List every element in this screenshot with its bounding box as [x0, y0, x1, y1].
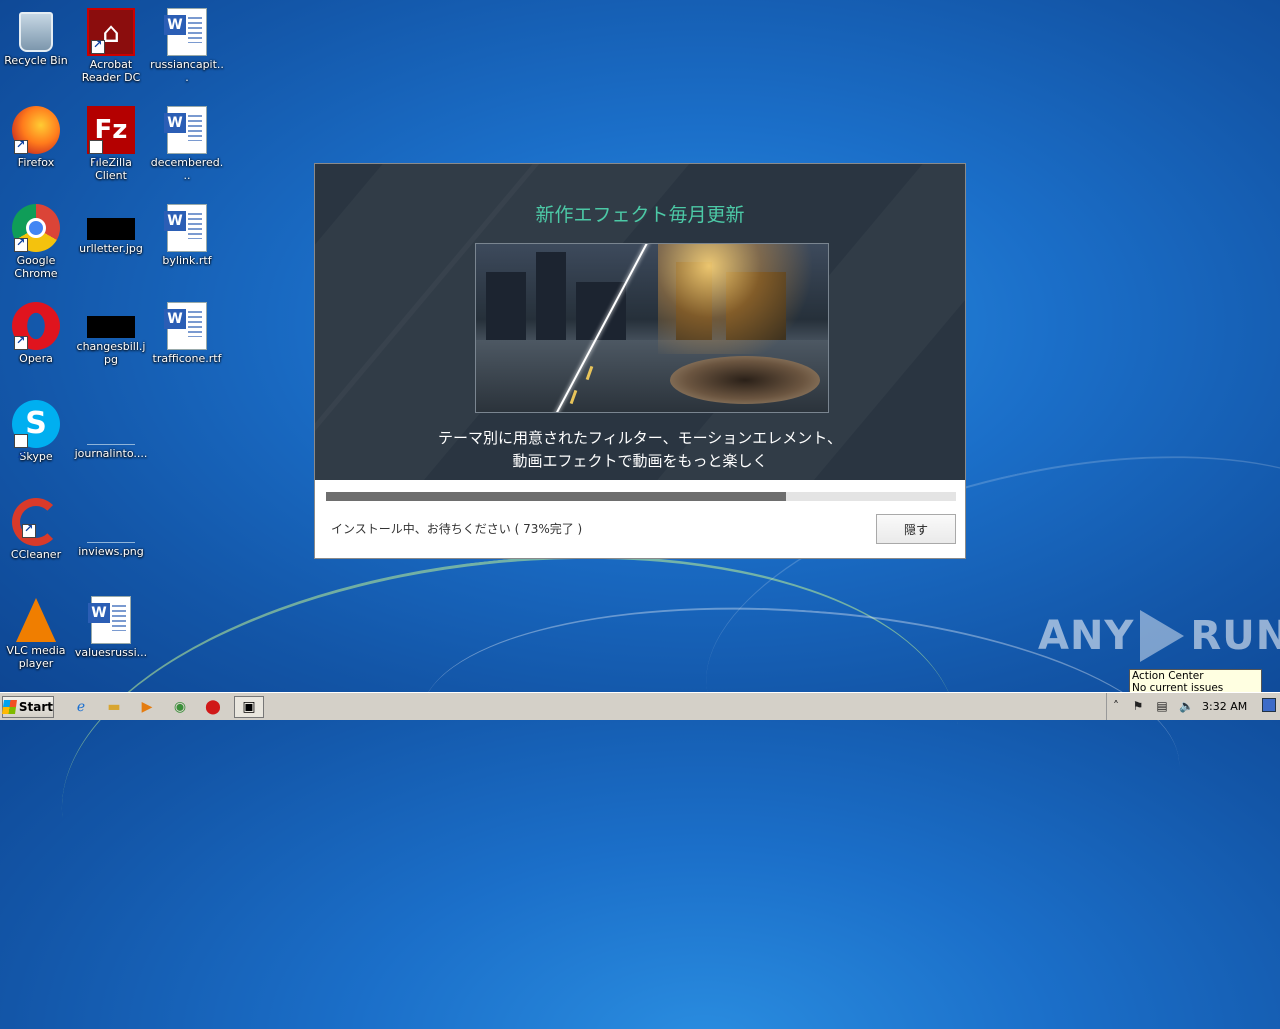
desktop-icon-label: Google Chrome	[14, 254, 58, 280]
promo-image	[475, 243, 829, 413]
desktop-icon-inviews[interactable]: inviews.png	[74, 494, 148, 558]
word-doc-icon: W	[164, 302, 207, 350]
skype-icon: S	[12, 400, 60, 480]
action-center-flag-icon[interactable]: ⚑	[1131, 699, 1145, 713]
play-logo-icon	[1140, 610, 1185, 662]
shortcut-arrow-icon	[91, 38, 105, 54]
anyrun-watermark: ANY RUN	[1038, 610, 1280, 662]
desktop-icon-changesbill[interactable]: changesbill.jpg	[74, 298, 148, 366]
desktop-icon-label: CCleaner	[10, 548, 62, 561]
firefox-icon	[12, 106, 60, 154]
desktop-icon-decembered[interactable]: W decembered...	[150, 102, 224, 182]
desktop-icon-russiancapit[interactable]: W russiancapit...	[150, 4, 224, 84]
start-button[interactable]: Start	[2, 696, 54, 718]
word-doc-icon: W	[164, 204, 207, 252]
desktop-icon-journalinto[interactable]: journalinto....	[74, 396, 148, 460]
shortcut-arrow-icon	[14, 432, 28, 480]
desktop-icon-label: bylink.rtf	[162, 254, 212, 267]
windows-flag-icon	[2, 700, 17, 714]
acrobat-icon: ⌂	[87, 8, 135, 56]
internet-explorer-icon[interactable]: ℯ	[68, 696, 94, 718]
installer-window: 新作エフェクト毎月更新 テーマ別に用意されたフィルター、モーションエレメント、 …	[314, 163, 966, 559]
show-desktop-button[interactable]	[1262, 698, 1276, 712]
desktop-icon-firefox[interactable]: Firefox	[0, 102, 73, 169]
image-file-icon	[87, 218, 135, 240]
desktop-icon-label: inviews.png	[78, 545, 144, 558]
desktop-icon-valuesrussi[interactable]: W valuesrussi...	[74, 592, 148, 659]
chrome-icon	[12, 204, 60, 252]
recycle-bin-icon	[19, 12, 53, 52]
blank-file-icon	[87, 414, 135, 445]
taskbar: Start ℯ ▬ ▶ ◉ ⬤ ▣ ˄ ⚑ ▤ 🔈 3:32 AM	[0, 692, 1280, 720]
tooltip-title: Action Center	[1132, 670, 1204, 682]
desktop-icon-label: Recycle Bin	[4, 54, 68, 67]
desktop-icon-bylink[interactable]: W bylink.rtf	[150, 200, 224, 267]
desktop-icon-filezilla[interactable]: Fz FileZilla Client	[74, 102, 148, 186]
watermark-text: RUN	[1190, 613, 1280, 659]
word-doc-icon: W	[88, 596, 131, 644]
shortcut-arrow-icon	[22, 522, 36, 538]
explorer-folder-icon[interactable]: ▬	[101, 696, 127, 718]
desktop-icon-trafficone[interactable]: W trafficone.rtf	[150, 298, 224, 365]
install-progress-bar	[326, 492, 956, 501]
wallpaper-swoosh	[40, 514, 980, 1029]
promo-headline: 新作エフェクト毎月更新	[535, 204, 745, 226]
chrome-icon[interactable]: ◉	[167, 696, 193, 718]
desktop-icon-label: urlletter.jpg	[79, 242, 143, 255]
vlc-icon	[16, 598, 56, 642]
watermark-text: ANY	[1038, 613, 1135, 659]
promo-caption-line: テーマ別に用意されたフィルター、モーションエレメント、	[438, 429, 842, 447]
desktop-icon-acrobat[interactable]: ⌂ Acrobat Reader DC	[74, 4, 148, 84]
install-progress-fill	[326, 492, 786, 501]
filezilla-icon: Fz	[87, 106, 135, 186]
word-doc-icon: W	[164, 8, 207, 56]
promo-caption-line: 動画エフェクトで動画をもっと楽しく	[512, 452, 768, 470]
desktop-icon-chrome[interactable]: Google Chrome	[0, 200, 73, 280]
desktop-icon-label: Firefox	[17, 156, 55, 169]
shortcut-arrow-icon	[14, 236, 28, 252]
desktop-icon-ccleaner[interactable]: CCleaner	[0, 494, 73, 561]
hide-button[interactable]: 隠す	[876, 514, 956, 544]
blank-file-icon	[87, 512, 135, 543]
desktop-icon-label: trafficone.rtf	[152, 352, 222, 365]
shortcut-arrow-icon	[89, 138, 103, 186]
desktop-icon-label: Opera	[19, 352, 53, 365]
opera-icon	[12, 302, 60, 350]
show-hidden-icons-icon[interactable]: ˄	[1109, 699, 1123, 713]
desktop-icon-label: FileZilla Client	[90, 156, 132, 182]
desktop-icon-label: valuesrussi...	[74, 646, 148, 659]
desktop-icon-vlc[interactable]: VLC media player	[0, 592, 73, 670]
promo-caption: テーマ別に用意されたフィルター、モーションエレメント、 動画エフェクトで動画をも…	[315, 427, 965, 473]
desktop-icon-recycle-bin[interactable]: Recycle Bin	[0, 4, 73, 67]
desktop-icon-label: russiancapit...	[150, 58, 224, 84]
install-status-text: インストール中、お待ちください ( 73%完了 )	[331, 522, 583, 536]
desktop-icon-label: VLC media player	[6, 644, 66, 670]
desktop-icon-opera[interactable]: Opera	[0, 298, 73, 365]
desktop-icon-label: Skype	[19, 450, 53, 463]
ccleaner-icon	[12, 498, 60, 546]
installer-app-icon[interactable]: ▣	[234, 696, 264, 718]
clock[interactable]: 3:32 AM	[1202, 700, 1247, 713]
desktop-icon-label: journalinto....	[74, 447, 148, 460]
opera-icon[interactable]: ⬤	[200, 696, 226, 718]
desktop-icon-skype[interactable]: S Skype	[0, 396, 73, 480]
desktop-icon-label: decembered...	[150, 156, 224, 182]
desktop-icon-label: Acrobat Reader DC	[81, 58, 141, 84]
shortcut-arrow-icon	[14, 334, 28, 350]
promo-banner: 新作エフェクト毎月更新 テーマ別に用意されたフィルター、モーションエレメント、 …	[315, 164, 965, 480]
desktop-icon-label: changesbill.jpg	[76, 340, 146, 366]
media-player-icon[interactable]: ▶	[134, 696, 160, 718]
word-doc-icon: W	[164, 106, 207, 154]
image-file-icon	[87, 316, 135, 338]
network-icon[interactable]: ▤	[1155, 699, 1169, 713]
shortcut-arrow-icon	[14, 138, 28, 154]
start-label: Start	[18, 700, 53, 714]
volume-icon[interactable]: 🔈	[1179, 699, 1194, 713]
desktop-icon-urlletter[interactable]: urlletter.jpg	[74, 200, 148, 255]
